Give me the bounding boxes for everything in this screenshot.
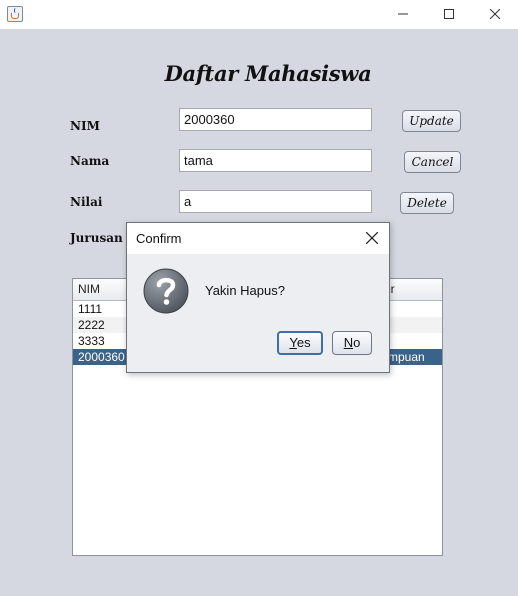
maximize-icon <box>444 9 454 19</box>
delete-button[interactable]: Delete <box>400 192 454 214</box>
yes-mnemonic: Y <box>289 335 297 350</box>
no-mnemonic: N <box>343 335 354 350</box>
cell-nim: 1111 <box>78 302 103 316</box>
nilai-field[interactable]: a <box>179 190 372 213</box>
minimize-icon <box>398 13 408 15</box>
no-label-rest: o <box>353 335 361 350</box>
yes-label-rest: es <box>296 335 311 350</box>
dialog-message: Yakin Hapus? <box>205 283 285 298</box>
cell-nim: 3333 <box>78 334 105 348</box>
question-icon <box>143 268 189 314</box>
nama-label: Nama <box>70 154 110 168</box>
page-title: Daftar Mahasiswa <box>164 61 372 86</box>
maximize-button[interactable] <box>426 0 472 29</box>
window-title-bar <box>0 0 518 29</box>
column-header-nim[interactable]: NIM <box>78 282 100 296</box>
close-icon <box>366 232 378 244</box>
nilai-label: Nilai <box>70 195 103 209</box>
close-icon <box>490 9 500 19</box>
no-button[interactable]: No <box>332 331 372 355</box>
window-close-button[interactable] <box>472 0 518 29</box>
confirm-dialog: Confirm Yakin Hapus? Yes No <box>126 222 390 373</box>
cell-nim: 2222 <box>78 318 105 332</box>
update-button[interactable]: Update <box>402 110 461 132</box>
cell-gender: mpuan <box>388 350 425 364</box>
cell-nim: 2000360 <box>78 350 125 364</box>
jurusan-label: Jurusan <box>70 231 123 245</box>
nama-field[interactable]: tama <box>179 149 372 172</box>
dialog-title-bar: Confirm <box>127 223 389 254</box>
nim-field[interactable]: 2000360 <box>179 108 372 131</box>
cancel-button[interactable]: Cancel <box>404 151 461 173</box>
yes-button[interactable]: Yes <box>277 331 323 355</box>
nim-label: NIM <box>70 119 100 133</box>
dialog-close-button[interactable] <box>355 223 389 254</box>
java-coffee-cup-icon[interactable] <box>7 6 23 22</box>
dialog-title: Confirm <box>136 231 182 246</box>
minimize-button[interactable] <box>380 0 426 29</box>
